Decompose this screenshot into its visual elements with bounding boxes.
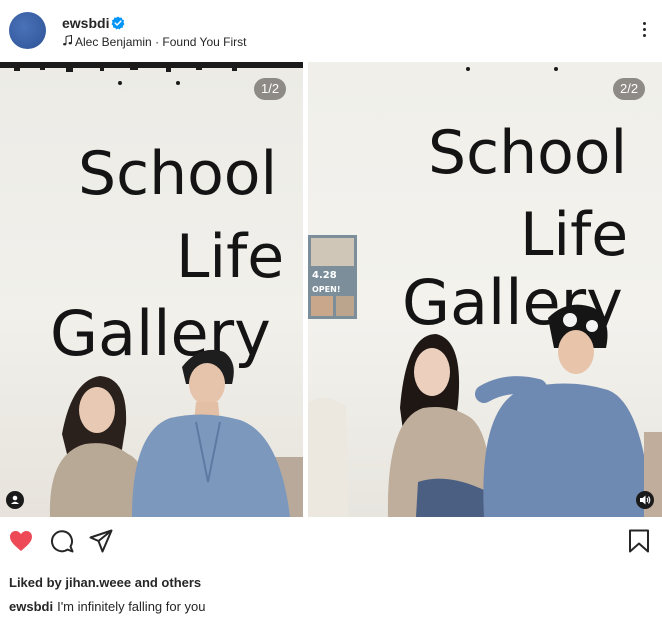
- poster-date: 4.28: [312, 270, 337, 281]
- poster-open: OPEN!: [312, 285, 340, 294]
- photo-1-scene: School Life Gallery: [0, 62, 303, 517]
- caption-text: I'm infinitely falling for you: [57, 599, 206, 614]
- more-dot-icon: [642, 28, 646, 31]
- post-caption: ewsbdi I'm infinitely falling for you: [9, 599, 206, 614]
- post-username[interactable]: ewsbdi: [62, 15, 109, 31]
- avatar[interactable]: [9, 12, 46, 49]
- bookmark-icon[interactable]: [626, 528, 652, 554]
- wall-text-life: Life: [176, 222, 284, 292]
- send-icon[interactable]: [88, 528, 114, 554]
- more-options-button[interactable]: [636, 22, 652, 42]
- image-counter: 2/2: [613, 78, 646, 100]
- music-note-icon: [63, 35, 72, 46]
- audio-separator: ·: [155, 35, 160, 49]
- wall-text-school: School: [428, 118, 627, 188]
- photo-2-scene: 4.28 OPEN! School Life Gallery: [308, 67, 662, 517]
- more-dot-icon: [642, 22, 646, 25]
- audio-link[interactable]: Alec Benjamin · Found You First: [62, 35, 246, 49]
- action-bar: [0, 517, 662, 567]
- wall-text-life: Life: [520, 200, 628, 270]
- caption-username[interactable]: ewsbdi: [9, 599, 53, 614]
- heart-filled-icon[interactable]: [8, 528, 34, 554]
- audio-artist: Alec Benjamin: [75, 35, 152, 49]
- image-counter: 1/2: [254, 78, 287, 100]
- wall-text-school: School: [78, 139, 277, 209]
- speaker-glyph: [640, 495, 651, 505]
- likes-summary[interactable]: Liked by jihan.weee and others: [9, 575, 201, 590]
- user-tag-icon[interactable]: [6, 491, 24, 509]
- wall-text-gallery: Gallery: [50, 297, 271, 370]
- user-tag-glyph: [11, 495, 19, 504]
- audio-song: Found You First: [162, 35, 247, 49]
- speaker-icon[interactable]: [636, 491, 654, 509]
- verified-badge-icon: [111, 16, 125, 30]
- more-dot-icon: [642, 34, 646, 37]
- comment-icon[interactable]: [49, 528, 75, 554]
- carousel-image-1[interactable]: School Life Gallery 1/2: [0, 62, 303, 517]
- post-header: ewsbdi Alec Benjamin · Found You First: [0, 0, 662, 62]
- carousel-image-2[interactable]: 4.28 OPEN! School Life Gallery 2/2: [308, 62, 662, 517]
